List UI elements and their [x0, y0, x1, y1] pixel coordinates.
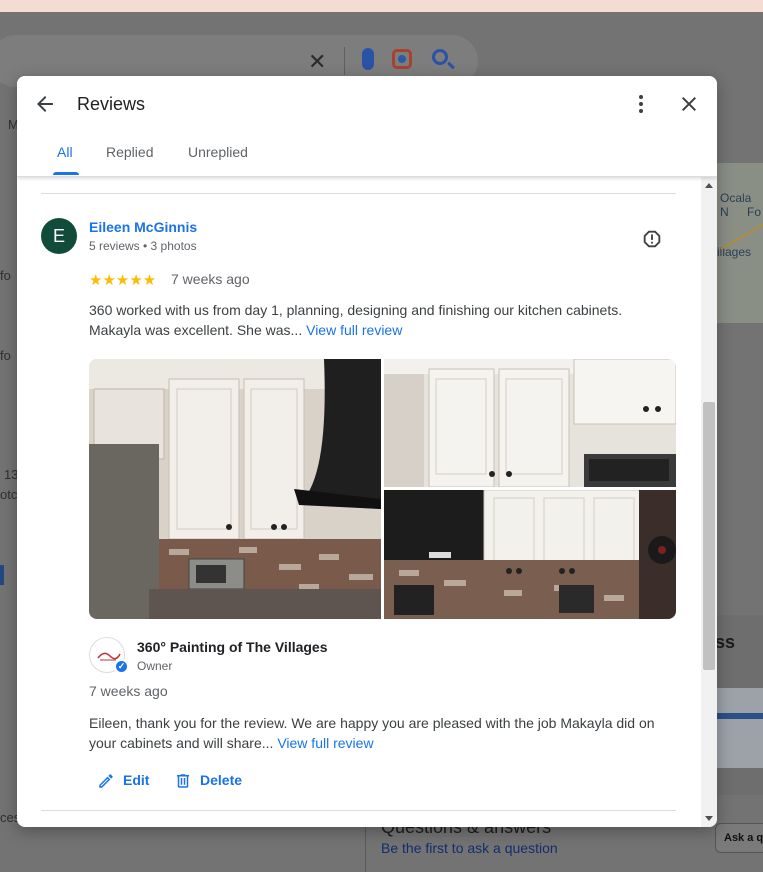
- mic-icon: [362, 48, 374, 70]
- bg-divider: [365, 820, 366, 872]
- review-photos: [89, 359, 676, 619]
- avatar[interactable]: E: [41, 218, 77, 254]
- back-arrow-icon[interactable]: [33, 92, 57, 116]
- review-time: 7 weeks ago: [171, 271, 250, 287]
- lens-icon: [392, 49, 412, 69]
- delete-label: Delete: [200, 772, 243, 788]
- dialog-title: Reviews: [77, 94, 146, 114]
- scrollbar-thumb[interactable]: [703, 402, 715, 670]
- dialog-header: Reviews All Replied Unreplied: [17, 76, 717, 177]
- reply-text: Eileen, thank you for the review. We are…: [89, 713, 679, 753]
- kitchen-hood-photo[interactable]: [89, 359, 381, 619]
- scrollbar[interactable]: [701, 177, 717, 827]
- view-full-review-link[interactable]: View full review: [306, 322, 402, 338]
- bg-thumbnail: [717, 688, 763, 768]
- scroll-down-arrow-icon[interactable]: [705, 816, 713, 821]
- map-label: Fo: [747, 205, 762, 219]
- tab-replied[interactable]: Replied: [106, 144, 153, 160]
- active-tab-indicator: [53, 172, 79, 175]
- bg-text: fo: [0, 348, 11, 363]
- view-full-reply-link[interactable]: View full review: [277, 735, 373, 751]
- clear-icon: ✕: [308, 49, 327, 74]
- owner-role: Owner: [137, 659, 173, 673]
- search-divider: [344, 47, 345, 75]
- business-name: 360° Painting of The Villages: [137, 639, 328, 655]
- browser-top-strip: [0, 0, 763, 12]
- more-options-icon[interactable]: [629, 92, 653, 116]
- bg-text: otc: [0, 487, 18, 502]
- bg-ask-link: Be the first to ask a question: [381, 840, 558, 856]
- edit-label: Edit: [123, 772, 150, 788]
- bg-text: fo: [0, 268, 11, 283]
- divider: [41, 810, 676, 811]
- review-text: 360 worked with us from day 1, planning,…: [89, 300, 669, 340]
- bg-ask-button: Ask a q: [715, 823, 763, 853]
- report-review-icon[interactable]: [641, 228, 663, 250]
- reviewer-meta: 5 reviews • 3 photos: [89, 239, 197, 253]
- pencil-icon: [99, 774, 113, 788]
- reply-time: 7 weeks ago: [89, 683, 168, 699]
- bg-accent-block: [0, 565, 4, 585]
- reviews-dialog: Reviews All Replied Unreplied E Eileen M…: [17, 76, 717, 827]
- search-icon: [432, 49, 448, 65]
- background-map: Ocala N Fo illages: [717, 163, 763, 323]
- tab-all[interactable]: All: [57, 144, 73, 160]
- trash-icon: [177, 774, 189, 788]
- verified-check-icon: ✓: [114, 659, 129, 674]
- scroll-up-arrow-icon[interactable]: [705, 183, 713, 188]
- bg-section-heading: ss: [715, 632, 736, 652]
- upper-cabinets-photo[interactable]: [384, 359, 676, 487]
- tab-unreplied[interactable]: Unreplied: [188, 144, 248, 160]
- star-rating: ★★★★★: [89, 272, 157, 289]
- divider: [41, 193, 676, 194]
- reviewer-name[interactable]: Eileen McGinnis: [89, 219, 197, 235]
- close-icon[interactable]: [677, 92, 701, 116]
- range-hood-cabinets-photo[interactable]: [384, 490, 676, 619]
